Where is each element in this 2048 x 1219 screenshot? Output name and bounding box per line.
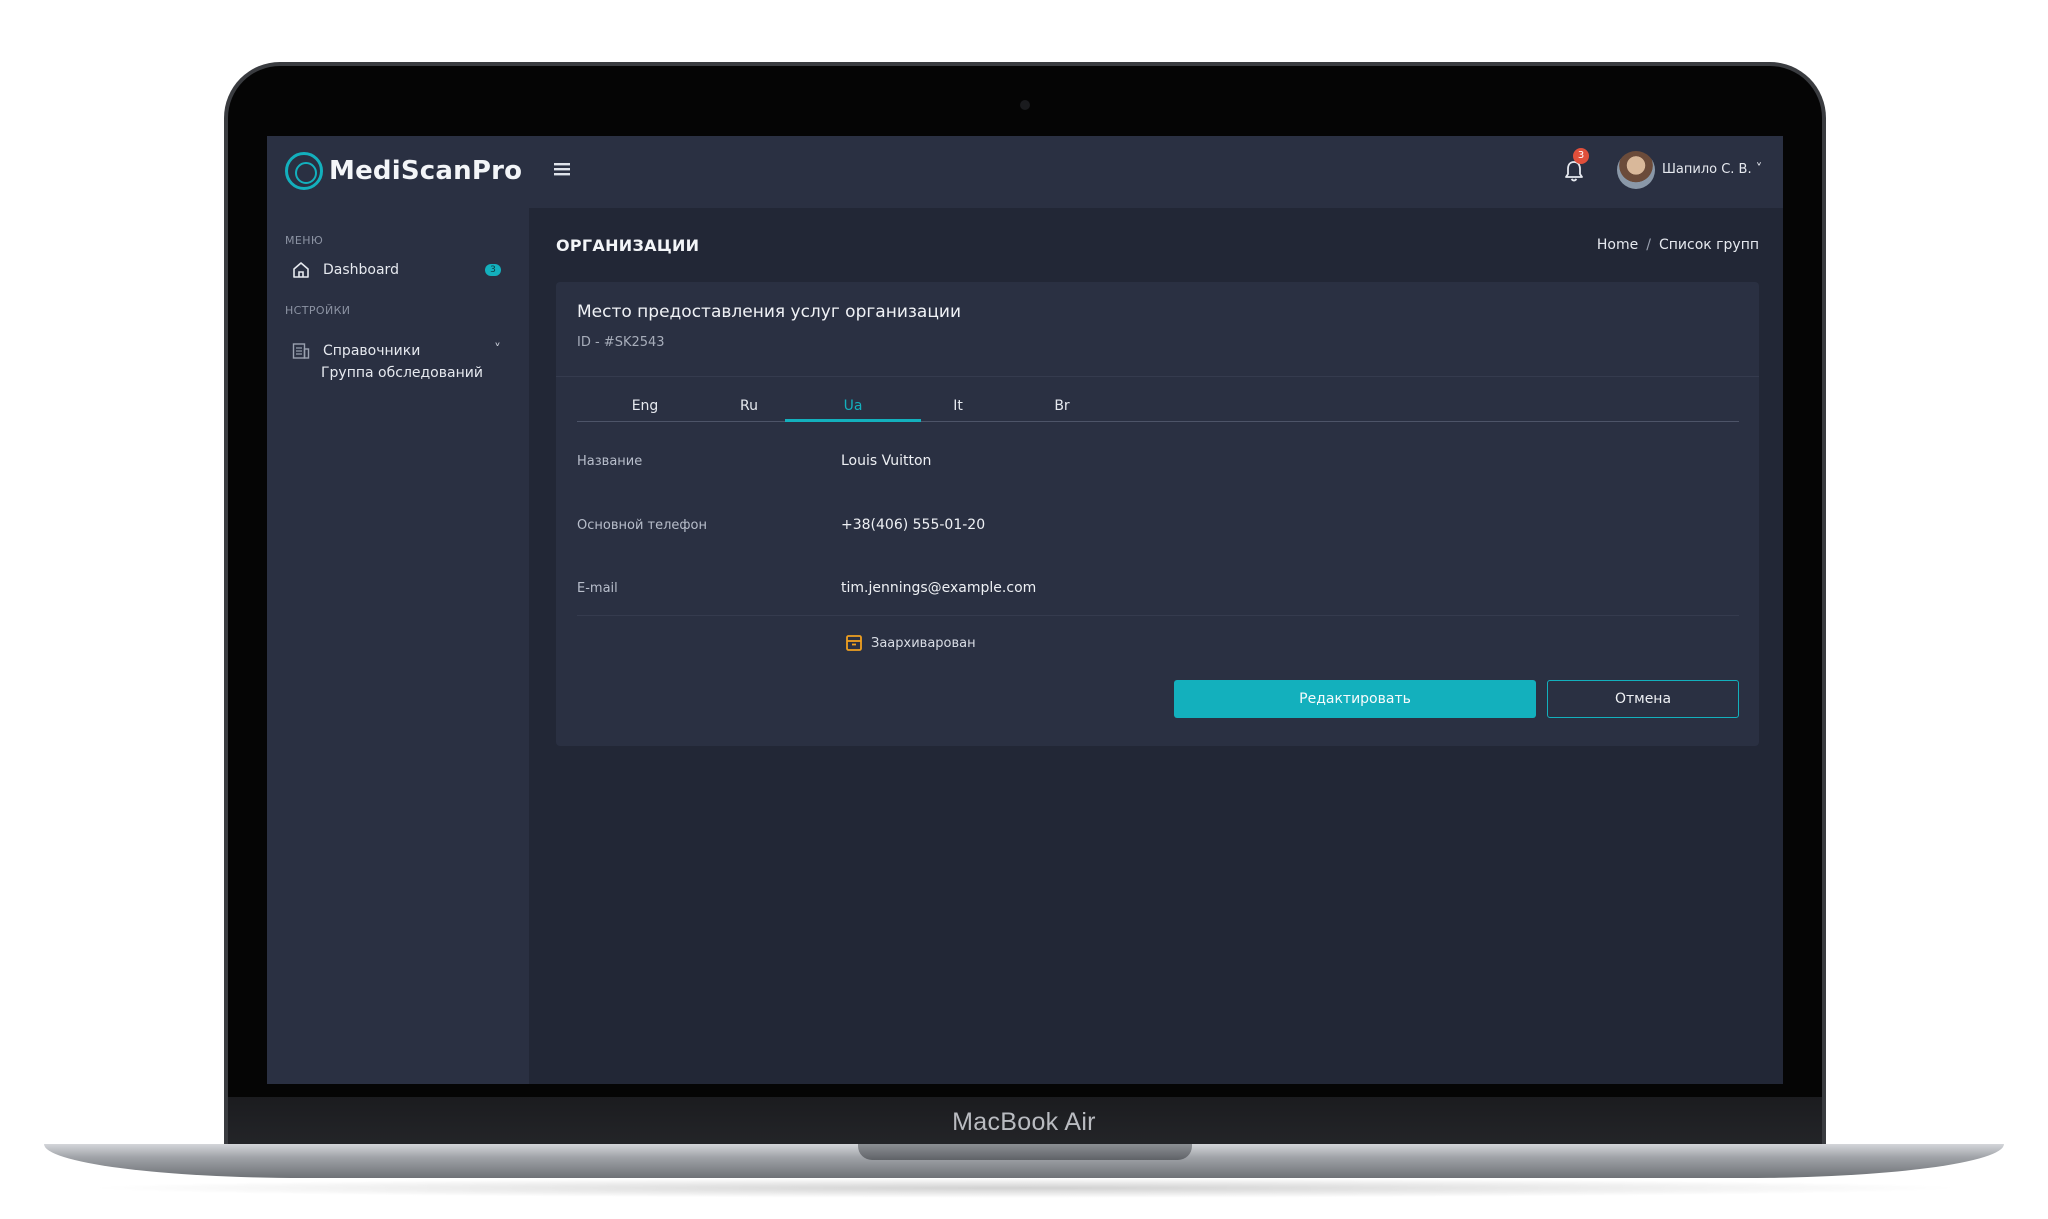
divider bbox=[577, 615, 1739, 616]
camera-dot bbox=[1020, 100, 1030, 110]
language-tabs: Eng Ru Ua It Br bbox=[577, 390, 1739, 422]
directory-icon bbox=[291, 341, 311, 361]
name-label: Название bbox=[577, 454, 643, 469]
card-title: Место предоставления услуг организации bbox=[577, 302, 962, 322]
laptop-shadow bbox=[80, 1178, 1970, 1198]
logo-text: MediScanPro bbox=[329, 156, 523, 186]
breadcrumb-current: Список групп bbox=[1658, 237, 1759, 253]
dashboard-badge: 3 bbox=[485, 264, 501, 276]
breadcrumb: Home / Список групп bbox=[1597, 237, 1759, 253]
tab-br[interactable]: Br bbox=[994, 390, 1130, 422]
top-bar: MediScanPro 3 Шапило С. В. ˅ bbox=[267, 136, 1783, 208]
email-label: E-mail bbox=[577, 581, 618, 596]
sidebar-item-directories[interactable]: Справочники ˅ bbox=[285, 336, 515, 366]
lid-notch bbox=[858, 1144, 1192, 1160]
card-id: ID - #SK2543 bbox=[577, 335, 665, 350]
laptop-frame: MacBook Air MediScanPro 3 Шапило С. В. ˅… bbox=[0, 0, 2048, 1219]
chevron-down-icon[interactable]: ˅ bbox=[494, 342, 501, 358]
archive-icon bbox=[845, 634, 863, 652]
model-label: MacBook Air bbox=[952, 1108, 1096, 1136]
organization-card: Место предоставления услуг организации I… bbox=[556, 282, 1759, 746]
sidebar-item-label: Справочники bbox=[323, 343, 421, 359]
sidebar: МЕНЮ Dashboard 3 НСТРОЙКИ Справочники ˅ … bbox=[267, 208, 529, 1084]
sidebar-item-label: Dashboard bbox=[323, 262, 399, 278]
avatar[interactable] bbox=[1617, 151, 1655, 189]
home-icon bbox=[291, 260, 311, 280]
archived-label: Заархиварован bbox=[871, 635, 976, 651]
phone-label: Основной телефон bbox=[577, 518, 707, 533]
sidebar-subitem-exam-groups[interactable]: Группа обследований bbox=[321, 365, 483, 381]
name-value: Louis Vuitton bbox=[841, 453, 932, 469]
app-screen: MediScanPro 3 Шапило С. В. ˅ МЕНЮ Dashbo… bbox=[267, 136, 1783, 1084]
sidebar-section-settings: НСТРОЙКИ bbox=[285, 304, 351, 317]
page-title: ОРГАНИЗАЦИИ bbox=[556, 236, 700, 255]
notification-badge: 3 bbox=[1573, 148, 1589, 164]
email-value: tim.jennings@example.com bbox=[841, 580, 1037, 596]
breadcrumb-home[interactable]: Home bbox=[1597, 237, 1638, 253]
edit-button[interactable]: Редактировать bbox=[1174, 680, 1536, 718]
breadcrumb-separator: / bbox=[1646, 237, 1651, 253]
phone-value: +38(406) 555-01-20 bbox=[841, 517, 986, 533]
cancel-button[interactable]: Отмена bbox=[1547, 680, 1739, 718]
hamburger-icon[interactable] bbox=[552, 158, 574, 184]
logo-icon bbox=[285, 152, 323, 190]
archived-status: Заархиварован bbox=[845, 634, 976, 652]
divider bbox=[556, 376, 1759, 377]
sidebar-item-dashboard[interactable]: Dashboard 3 bbox=[285, 255, 515, 285]
user-menu[interactable]: Шапило С. В. ˅ bbox=[1662, 162, 1762, 177]
sidebar-section-menu: МЕНЮ bbox=[285, 234, 324, 247]
logo[interactable]: MediScanPro bbox=[285, 152, 522, 190]
